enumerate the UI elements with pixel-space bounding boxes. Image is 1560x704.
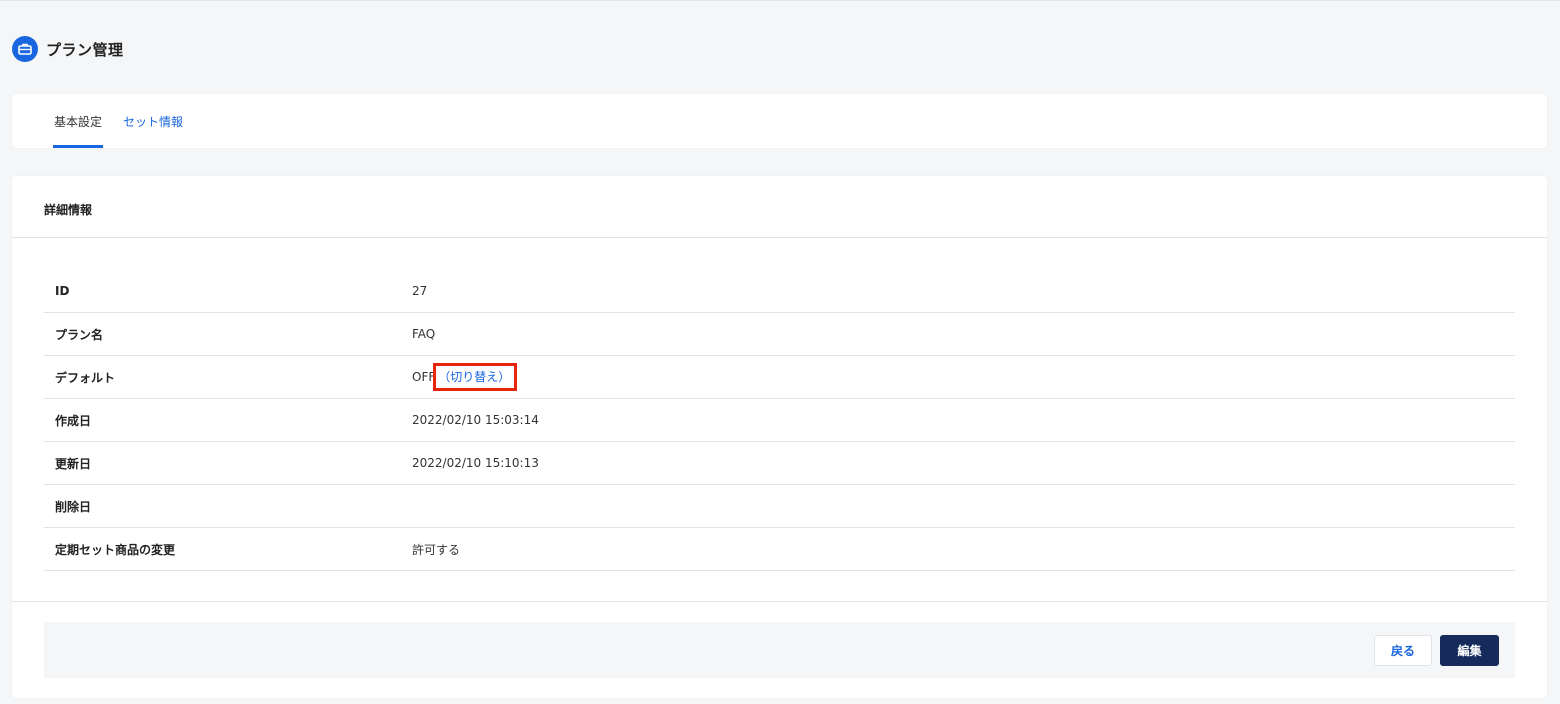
top-border	[0, 0, 1560, 1]
tab-set-info[interactable]: セット情報	[123, 94, 183, 148]
tabs-card: 基本設定 セット情報	[12, 94, 1547, 148]
tab-basic-settings[interactable]: 基本設定	[53, 94, 103, 148]
briefcase-icon	[12, 36, 38, 62]
section-title: 詳細情報	[44, 203, 93, 217]
row-label: 作成日	[55, 413, 92, 428]
table-row-deleted: 削除日	[44, 485, 1515, 528]
divider	[12, 237, 1547, 238]
row-label: 定期セット商品の変更	[55, 542, 176, 557]
detail-table: ID 27 プラン名 FAQ デフォルト OFF （切り替え） 作成日 2022…	[44, 270, 1515, 571]
page-title: プラン管理	[46, 40, 124, 59]
default-status: OFF	[412, 370, 436, 384]
row-value: 2022/02/10 15:10:13	[412, 456, 539, 470]
action-bar: 戻る 編集	[44, 622, 1515, 678]
divider	[12, 601, 1547, 602]
table-row-created: 作成日 2022/02/10 15:03:14	[44, 399, 1515, 442]
table-row-set-change: 定期セット商品の変更 許可する	[44, 528, 1515, 571]
table-row-default: デフォルト OFF （切り替え）	[44, 356, 1515, 399]
table-row-plan-name: プラン名 FAQ	[44, 313, 1515, 356]
table-row-updated: 更新日 2022/02/10 15:10:13	[44, 442, 1515, 485]
row-label: 削除日	[55, 499, 92, 514]
row-label: プラン名	[55, 327, 104, 342]
row-value: 27	[412, 284, 428, 298]
row-value: 2022/02/10 15:03:14	[412, 413, 539, 427]
back-button[interactable]: 戻る	[1374, 635, 1432, 666]
row-label: デフォルト	[55, 370, 116, 385]
table-row-id: ID 27	[44, 270, 1515, 313]
edit-button[interactable]: 編集	[1440, 635, 1499, 666]
row-value: 許可する	[412, 542, 461, 557]
detail-card: 詳細情報 ID 27 プラン名 FAQ デフォルト OFF （切り替え） 作成日…	[12, 176, 1547, 698]
toggle-default-link[interactable]: （切り替え）	[433, 363, 518, 391]
page-header: プラン管理	[12, 36, 124, 62]
row-label: 更新日	[55, 456, 92, 471]
row-value: FAQ	[412, 327, 436, 341]
row-label: ID	[55, 284, 70, 298]
row-value-default: OFF （切り替え）	[412, 363, 518, 391]
